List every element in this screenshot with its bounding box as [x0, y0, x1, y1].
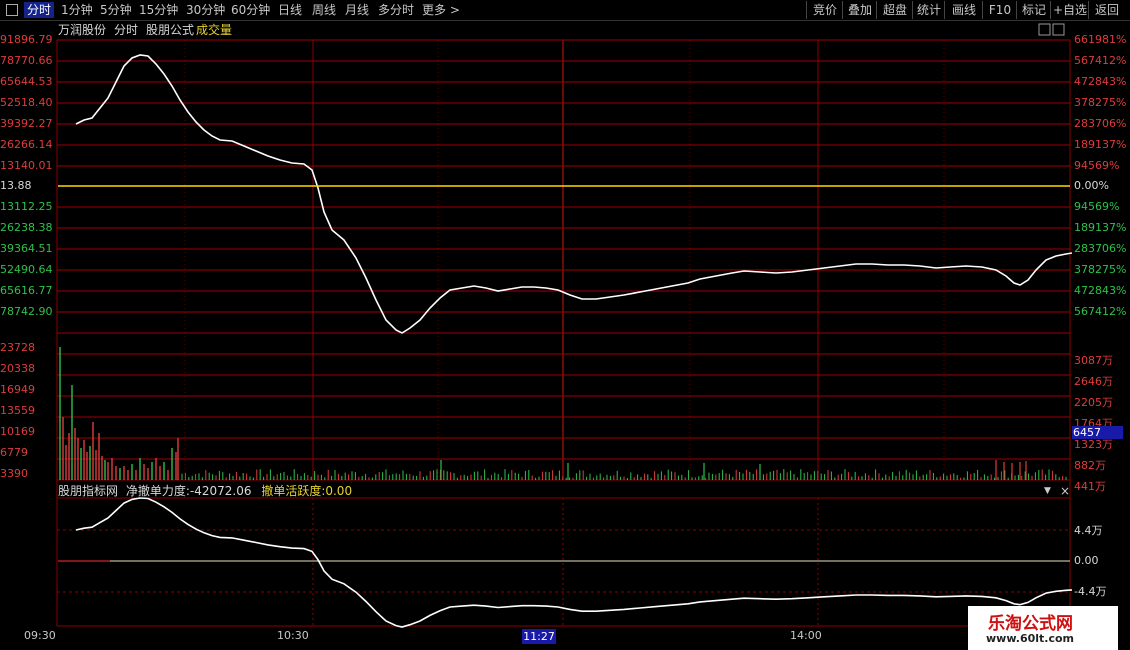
left-price-label-13: 78742.90: [0, 305, 53, 318]
left-price-label-4: 39392.27: [0, 117, 53, 130]
left-price-label-5: 26266.14: [0, 138, 53, 151]
indicator-axis-top: 4.4万: [1074, 524, 1103, 537]
indicator-header: 股朋指标网 净撤单力度:-42072.06 撤单活跃度:0.00: [58, 484, 352, 498]
chart-grid: [56, 39, 1071, 627]
indicator-name: 股朋指标网: [58, 484, 119, 498]
right-percent-label-2: 472843%: [1074, 75, 1127, 88]
left-volume-label-0: 23728: [0, 341, 35, 354]
right-percent-label-3: 378275%: [1074, 96, 1127, 109]
right-volume-label-0: 3087万: [1074, 354, 1113, 367]
cursor-time-badge: 11:27: [522, 629, 556, 644]
dropdown-icon[interactable]: ▼: [1044, 486, 1051, 496]
indicator-value-2: 0.00: [325, 484, 353, 498]
right-percent-label-1: 567412%: [1074, 54, 1127, 67]
indicator-axis-bottom: -4.4万: [1074, 585, 1107, 598]
right-percent-label-9: 189137%: [1074, 221, 1127, 234]
left-volume-label-3: 13559: [0, 404, 35, 417]
right-volume-label-5: 882万: [1074, 459, 1106, 472]
right-volume-label-6: 441万: [1074, 480, 1106, 493]
right-percent-label-7: 0.00%: [1074, 179, 1109, 192]
left-volume-label-6: 3390: [0, 467, 28, 480]
right-percent-label-12: 472843%: [1074, 284, 1127, 297]
zoom-in-icon: [1038, 23, 1051, 36]
left-price-label-1: 78770.66: [0, 54, 53, 67]
indicator-label-2: 撤单活跃度:: [261, 484, 326, 498]
time-label-1030: 10:30: [277, 629, 309, 642]
left-price-label-11: 52490.64: [0, 263, 53, 276]
left-volume-label-4: 10169: [0, 425, 35, 438]
left-volume-label-5: 6779: [0, 446, 28, 459]
right-percent-label-11: 378275%: [1074, 263, 1127, 276]
time-label-0930: 09:30: [24, 629, 56, 642]
current-volume-badge: 6457: [1072, 426, 1123, 439]
left-price-label-9: 26238.38: [0, 221, 53, 234]
left-price-label-3: 52518.40: [0, 96, 53, 109]
right-percent-label-8: 94569%: [1074, 200, 1120, 213]
right-percent-label-13: 567412%: [1074, 305, 1127, 318]
left-price-label-7: 13.88: [0, 179, 32, 192]
right-percent-label-10: 283706%: [1074, 242, 1127, 255]
left-price-label-0: 91896.79: [0, 33, 53, 46]
right-percent-label-0: 661981%: [1074, 33, 1127, 46]
left-volume-label-2: 16949: [0, 383, 35, 396]
right-volume-label-4: 1323万: [1074, 438, 1113, 451]
intraday-chart[interactable]: [0, 0, 1130, 650]
time-label-1400: 14:00: [790, 629, 822, 642]
indicator-axis-zero: 0.00: [1074, 554, 1099, 567]
right-percent-label-6: 94569%: [1074, 159, 1120, 172]
left-price-label-10: 39364.51: [0, 242, 53, 255]
zoom-out-icon: [1052, 23, 1065, 36]
right-percent-label-5: 189137%: [1074, 138, 1127, 151]
right-volume-label-1: 2646万: [1074, 375, 1113, 388]
indicator-value-1: -42072.06: [189, 484, 252, 498]
left-price-label-6: 13140.01: [0, 159, 53, 172]
indicator-line: [75, 497, 1073, 628]
watermark-title: 乐淘公式网: [988, 614, 1073, 634]
left-price-label-2: 65644.53: [0, 75, 53, 88]
right-volume-label-2: 2205万: [1074, 396, 1113, 409]
left-volume-label-1: 20338: [0, 362, 35, 375]
watermark-logo: 乐淘公式网 www.60lt.com: [968, 606, 1118, 650]
close-icon[interactable]: ×: [1060, 484, 1070, 498]
left-price-label-12: 65616.77: [0, 284, 53, 297]
indicator-label-1: 净撤单力度:: [125, 484, 190, 498]
left-price-label-8: 13112.25: [0, 200, 53, 213]
watermark-url: www.60lt.com: [986, 632, 1075, 645]
right-percent-label-4: 283706%: [1074, 117, 1127, 130]
